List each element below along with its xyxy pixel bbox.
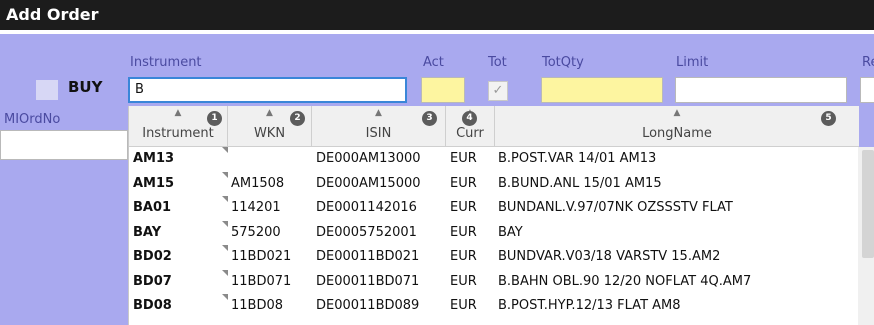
instrument-cell: BD07 <box>133 273 172 289</box>
curr-cell: EUR <box>450 249 477 264</box>
list-item[interactable]: BD02 11BD021 DE00011BD021 EUR BUNDVAR.V0… <box>129 245 859 270</box>
corner-marker-icon <box>222 294 228 300</box>
corner-marker-icon <box>222 220 228 227</box>
isin-cell: DE00011BD089 <box>316 298 420 313</box>
wkn-cell: AM1508 <box>231 175 285 191</box>
wkn-cell: 575200 <box>231 224 281 240</box>
totqty-input[interactable] <box>541 77 663 103</box>
instrument-input[interactable]: B <box>128 77 407 103</box>
totqty-label: TotQty <box>542 55 584 70</box>
column-label: WKN <box>253 126 286 141</box>
column-label: ISIN <box>365 126 392 141</box>
isin-cell: DE000AM15000 <box>316 175 421 191</box>
isin-cell: DE0005752001 <box>316 224 417 240</box>
column-label: Curr <box>456 126 484 141</box>
buy-label: BUY <box>68 78 103 96</box>
next-field-label: Re <box>862 55 874 70</box>
corner-marker-icon <box>222 147 228 153</box>
longname-cell: B.POST.HYP.12/13 FLAT AM8 <box>498 298 681 313</box>
column-number-badge: 3 <box>422 111 437 126</box>
list-item[interactable]: BD07 11BD071 DE00011BD071 EUR B.BAHN OBL… <box>129 269 859 295</box>
column-label: LongName <box>642 126 712 141</box>
isin-cell: DE0001142016 <box>316 200 417 215</box>
curr-cell: EUR <box>450 151 477 166</box>
act-label: Act <box>423 55 444 70</box>
mi-ord-no-label: MIOrdNo <box>4 112 61 127</box>
corner-marker-icon <box>222 196 228 202</box>
isin-cell: DE00011BD071 <box>316 273 420 289</box>
instrument-cell: BAY <box>133 224 162 240</box>
column-number-badge: 1 <box>207 111 222 126</box>
scrollbar-thumb[interactable] <box>862 150 874 258</box>
instrument-dropdown: ▲ Instrument 1 ▲ WKN 2 ▲ ISIN 3 ▲ Curr 4… <box>128 106 859 325</box>
tot-checkbox[interactable]: ✓ <box>488 81 508 101</box>
instrument-cell: AM13 <box>133 151 175 166</box>
act-input[interactable] <box>421 77 465 103</box>
curr-cell: EUR <box>450 175 477 191</box>
isin-cell: DE00011BD021 <box>316 249 420 264</box>
wkn-cell: 11BD021 <box>231 249 292 264</box>
wkn-cell: 11BD071 <box>231 273 292 289</box>
column-header-curr[interactable]: ▲ Curr 4 <box>446 106 495 146</box>
check-icon: ✓ <box>492 83 504 98</box>
column-header-wkn[interactable]: ▲ WKN 2 <box>228 106 312 146</box>
mi-ord-no-input[interactable] <box>0 130 128 160</box>
instrument-label: Instrument <box>130 55 202 70</box>
isin-cell: DE000AM13000 <box>316 151 421 166</box>
tot-label: Tot <box>488 55 507 70</box>
column-label: Instrument <box>142 126 214 141</box>
column-header-instrument[interactable]: ▲ Instrument 1 <box>129 106 228 146</box>
curr-cell: EUR <box>450 200 477 215</box>
instrument-cell: BD08 <box>133 298 172 313</box>
column-number-badge: 2 <box>290 111 305 126</box>
list-item[interactable]: BA01 114201 DE0001142016 EUR BUNDANL.V.9… <box>129 196 859 221</box>
wkn-cell <box>231 147 311 171</box>
column-number-badge: 4 <box>462 111 477 126</box>
curr-cell: EUR <box>450 273 477 289</box>
window-title: Add Order <box>0 0 874 30</box>
dropdown-header: ▲ Instrument 1 ▲ WKN 2 ▲ ISIN 3 ▲ Curr 4… <box>129 106 859 147</box>
corner-marker-icon <box>222 269 228 276</box>
wkn-cell: 114201 <box>231 200 281 215</box>
longname-cell: BAY <box>498 224 523 240</box>
longname-cell: BUNDVAR.V03/18 VARSTV 15.AM2 <box>498 249 721 264</box>
curr-cell: EUR <box>450 298 477 313</box>
curr-cell: EUR <box>450 224 477 240</box>
column-header-isin[interactable]: ▲ ISIN 3 <box>312 106 446 146</box>
instrument-cell: BA01 <box>133 200 172 215</box>
longname-cell: BUNDANL.V.97/07NK OZSSSTV FLAT <box>498 200 733 215</box>
list-item[interactable]: BAY 575200 DE0005752001 EUR BAY <box>129 220 859 246</box>
longname-cell: B.BUND.ANL 15/01 AM15 <box>498 175 662 191</box>
corner-marker-icon <box>222 245 228 251</box>
limit-input[interactable] <box>675 77 847 103</box>
list-item[interactable]: AM13 DE000AM13000 EUR B.POST.VAR 14/01 A… <box>129 147 859 172</box>
buy-side-toggle[interactable] <box>36 80 58 100</box>
corner-marker-icon <box>222 171 228 178</box>
sort-arrow-icon[interactable]: ▲ <box>495 108 859 118</box>
limit-label: Limit <box>676 55 709 70</box>
longname-cell: B.BAHN OBL.90 12/20 NOFLAT 4Q.AM7 <box>498 273 752 289</box>
column-number-badge: 5 <box>821 111 836 126</box>
list-item[interactable]: AM15 AM1508 DE000AM15000 EUR B.BUND.ANL … <box>129 171 859 197</box>
instrument-cell: AM15 <box>133 175 175 191</box>
list-item[interactable]: BD08 11BD08 DE00011BD089 EUR B.POST.HYP.… <box>129 294 859 319</box>
wkn-cell: 11BD08 <box>231 298 284 313</box>
dropdown-rows: AM13 DE000AM13000 EUR B.POST.VAR 14/01 A… <box>129 147 859 319</box>
column-header-longname[interactable]: ▲ LongName 5 <box>495 106 859 146</box>
next-field-input[interactable] <box>860 77 874 103</box>
instrument-cell: BD02 <box>133 249 172 264</box>
longname-cell: B.POST.VAR 14/01 AM13 <box>498 151 657 166</box>
